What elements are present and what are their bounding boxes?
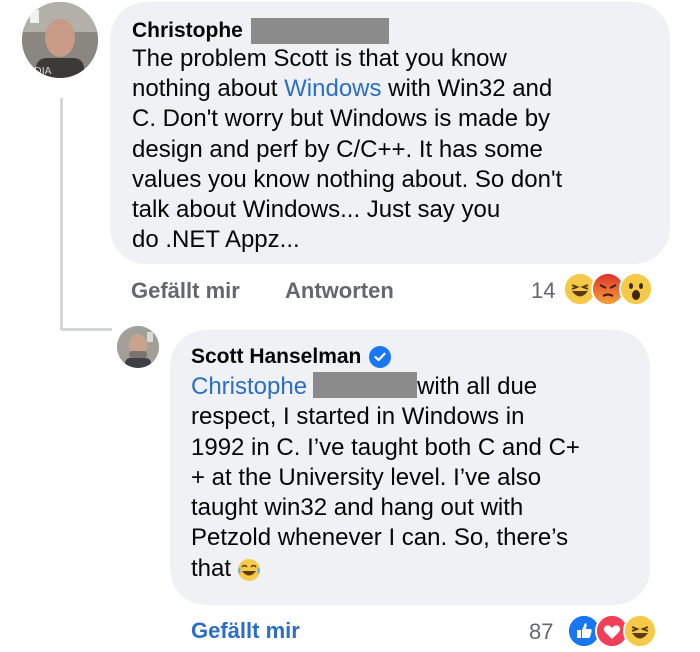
- thread-line: [60, 98, 63, 330]
- comment-bubble: Christophe The problem Scott is that you…: [110, 2, 670, 264]
- reply-avatar[interactable]: [117, 326, 159, 368]
- reply-reaction-count[interactable]: 87: [529, 619, 553, 645]
- redacted-name: [250, 18, 389, 44]
- reply-author[interactable]: Scott Hanselman: [191, 344, 650, 370]
- author-name[interactable]: Christophe: [132, 18, 243, 44]
- mention-link[interactable]: Christophe: [191, 373, 307, 400]
- reply-text: Christophe with all due respect, I starte…: [191, 372, 650, 590]
- reply-bubble: Scott Hanselman Christophe with all due r…: [170, 330, 650, 605]
- windows-link[interactable]: Windows: [284, 75, 381, 102]
- verified-icon: [369, 346, 392, 368]
- haha-icon: [623, 614, 657, 648]
- comment-author[interactable]: Christophe: [132, 18, 670, 44]
- author-name[interactable]: Scott Hanselman: [191, 344, 361, 370]
- avatar[interactable]: DIA: [22, 2, 98, 78]
- redacted-name: [313, 372, 418, 398]
- reaction-summary[interactable]: [563, 272, 653, 306]
- laughing-emoji-icon: [237, 558, 261, 590]
- wow-icon: [619, 272, 653, 306]
- thread-line-branch: [60, 328, 112, 331]
- svg-text:DIA: DIA: [34, 66, 52, 77]
- reaction-count[interactable]: 14: [531, 278, 555, 304]
- like-button[interactable]: Gefällt mir: [131, 278, 240, 304]
- reply-button[interactable]: Antworten: [285, 278, 394, 304]
- reply-reaction-summary[interactable]: [567, 614, 657, 648]
- reply-like-button[interactable]: Gefällt mir: [191, 618, 300, 644]
- comment-text: The problem Scott is that you know nothi…: [132, 45, 563, 254]
